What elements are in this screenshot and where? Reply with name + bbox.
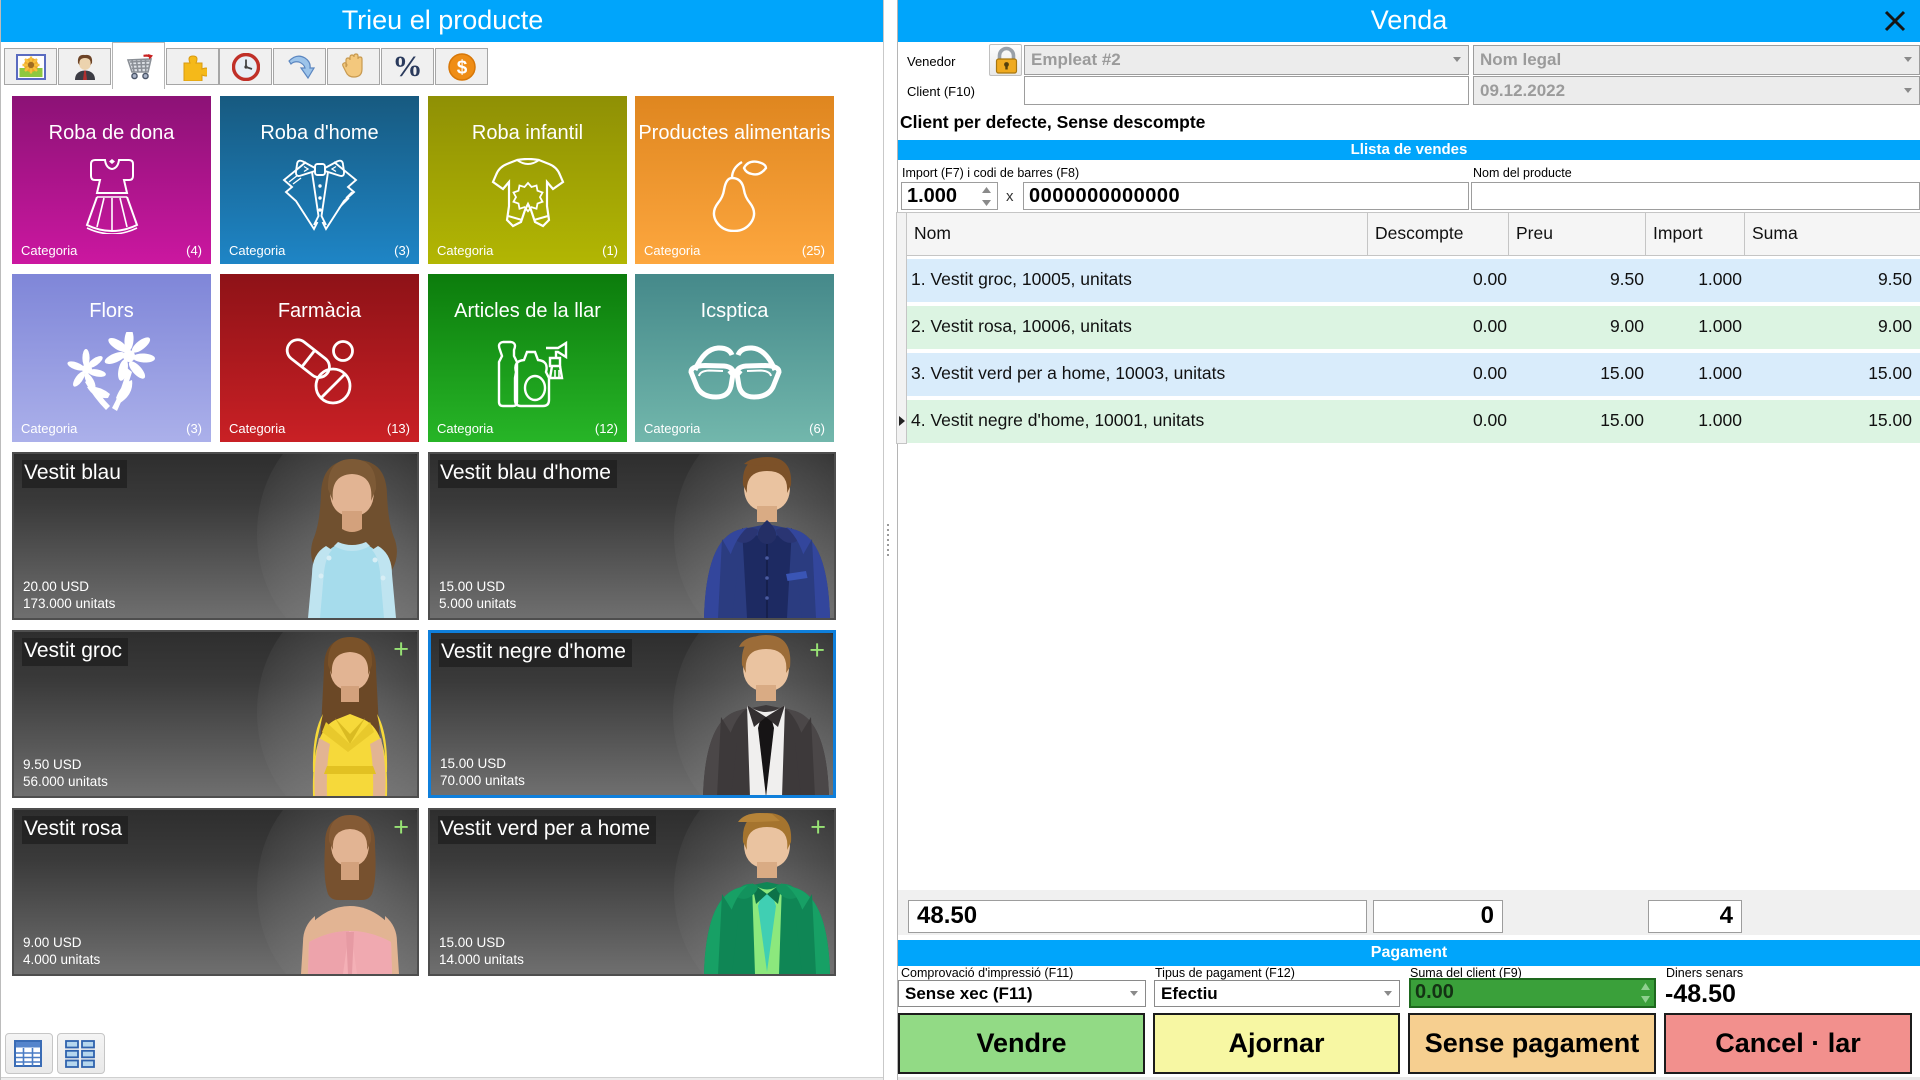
svg-text:$: $ xyxy=(456,57,467,78)
